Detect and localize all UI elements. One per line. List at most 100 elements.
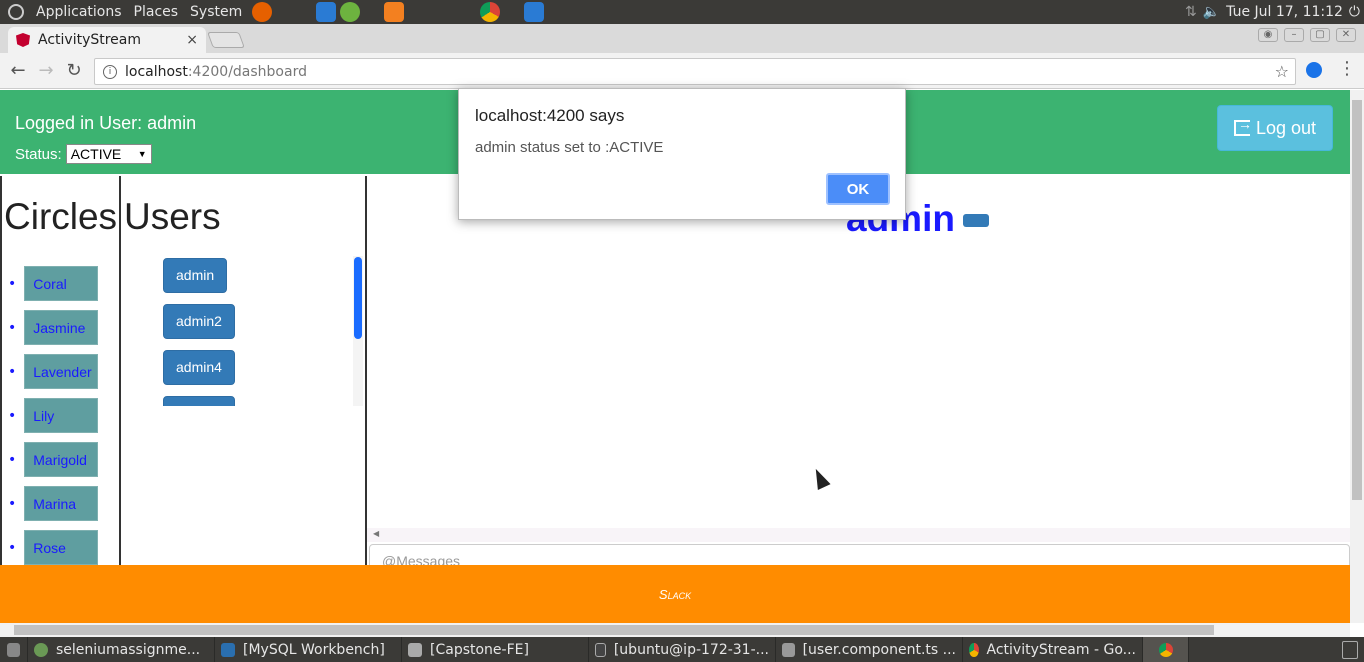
editor-icon — [782, 642, 795, 657]
list-item: Coral — [8, 266, 99, 301]
power-icon[interactable]: ⏻ — [1349, 4, 1360, 20]
circle-button-coral[interactable]: Coral — [24, 266, 99, 301]
status-value: ACTIVE — [70, 146, 122, 162]
forward-button[interactable]: → — [36, 61, 56, 81]
menu-system[interactable]: System — [184, 4, 248, 20]
status-select[interactable]: ACTIVE — [65, 144, 152, 164]
volume-icon[interactable]: 🔈 — [1203, 4, 1220, 20]
users-scrollbar[interactable] — [353, 256, 363, 406]
page-vscroll-thumb[interactable] — [1352, 100, 1362, 500]
desktop-icon — [7, 642, 20, 657]
taskbar-item[interactable]: seleniumassignme... — [28, 637, 215, 662]
new-tab-button[interactable] — [207, 32, 245, 48]
users-title: Users — [124, 196, 221, 237]
url-path: :4200/dashboard — [187, 63, 307, 80]
status-row: Status: ACTIVE — [15, 144, 152, 164]
minimize-button[interactable]: – — [1284, 28, 1304, 42]
page-hscroll-thumb[interactable] — [14, 625, 1214, 635]
chrome-launcher-icon[interactable] — [480, 2, 501, 22]
logout-icon — [1233, 116, 1252, 136]
reload-button[interactable]: ↻ — [64, 61, 84, 81]
eclipse-icon — [34, 642, 48, 657]
back-button[interactable]: ← — [8, 61, 28, 81]
network-icon[interactable]: ⇅ — [1185, 4, 1197, 20]
extension-icon[interactable] — [1306, 62, 1322, 78]
list-item: Lavender — [8, 354, 99, 389]
circle-button-jasmine[interactable]: Jasmine — [24, 310, 99, 345]
menu-applications[interactable]: Applications — [30, 4, 128, 20]
taskbar-item-label: [user.component.ts ... — [802, 641, 956, 658]
bookmark-star-icon[interactable]: ☆ — [1275, 62, 1289, 81]
menu-places[interactable]: Places — [128, 4, 185, 20]
spring-launcher-icon[interactable] — [340, 2, 361, 22]
vscode-launcher-icon[interactable] — [316, 2, 337, 22]
circle-button-lily[interactable]: Lily — [24, 398, 99, 433]
page-horizontal-scrollbar[interactable] — [0, 623, 1350, 637]
taskbar-item-active[interactable] — [1143, 637, 1189, 662]
ubuntu-logo-icon[interactable] — [8, 4, 24, 20]
status-label: Status: — [15, 145, 62, 163]
taskbar-item[interactable]: [user.component.ts ... — [776, 637, 963, 662]
taskbar-item[interactable]: [MySQL Workbench] — [215, 637, 402, 662]
page-vertical-scrollbar[interactable] — [1350, 90, 1364, 623]
taskbar-item[interactable]: [Capstone-FE] — [402, 637, 589, 662]
users-scroll-thumb[interactable] — [354, 257, 362, 339]
logout-label: Log out — [1255, 117, 1317, 138]
chrome-icon — [1158, 642, 1173, 657]
vscode-launcher-icon-2[interactable] — [524, 2, 545, 22]
taskbar-item[interactable]: ActivityStream - Go... — [963, 637, 1143, 662]
user-button-admin4[interactable]: admin4 — [163, 350, 235, 385]
dialog-ok-button[interactable]: OK — [826, 173, 890, 205]
tab-close-icon[interactable]: × — [186, 32, 198, 48]
browser-menu-icon[interactable]: ⋮ — [1338, 58, 1356, 79]
taskbar-item-label: seleniumassignme... — [56, 641, 201, 658]
circle-button-lavender[interactable]: Lavender — [24, 354, 99, 389]
circle-button-rose[interactable]: Rose — [24, 530, 99, 565]
user-button-partial[interactable] — [163, 396, 235, 406]
terminal-icon — [595, 642, 606, 657]
angular-favicon-icon — [16, 33, 30, 47]
taskbar-item[interactable]: [ubuntu@ip-172-31-... — [589, 637, 776, 662]
circles-list: Coral Jasmine Lavender Lily Marigold Mar… — [8, 266, 99, 574]
chat-horizontal-scrollbar[interactable]: ◀ — [367, 528, 1350, 542]
window-controls: ◉ – ▢ ✕ — [1258, 28, 1356, 42]
dialog-title: localhost:4200 says — [475, 106, 625, 125]
browser-toolbar: ← → ↻ i localhost:4200/dashboard ☆ — [0, 53, 1364, 89]
system-top-panel: Applications Places System ⇅ 🔈 Tue Jul 1… — [0, 0, 1364, 24]
show-desktop-button[interactable] — [0, 637, 28, 662]
user-button-admin[interactable]: admin — [163, 258, 228, 293]
site-info-icon[interactable]: i — [103, 64, 117, 79]
list-item: Lily — [8, 398, 99, 433]
chat-badge[interactable] — [963, 214, 989, 227]
circle-button-marigold[interactable]: Marigold — [24, 442, 99, 477]
dialog-message: admin status set to :ACTIVE — [475, 139, 664, 156]
scroll-left-arrow-icon[interactable]: ◀ — [373, 529, 379, 538]
circle-button-marina[interactable]: Marina — [24, 486, 99, 521]
maximize-button[interactable]: ▢ — [1310, 28, 1330, 42]
user-button-admin2[interactable]: admin2 — [163, 304, 235, 339]
firefox-launcher-icon[interactable] — [252, 2, 273, 22]
system-tray: ⇅ 🔈 Tue Jul 17, 11:12 ⏻ — [1185, 0, 1364, 24]
logged-in-user: Logged in User: admin — [15, 113, 197, 133]
tab-activitystream[interactable]: ActivityStream × — [8, 27, 206, 53]
taskbar-item-label: [ubuntu@ip-172-31-... — [613, 641, 769, 658]
circles-title: Circles — [4, 196, 118, 237]
app-footer: Slack — [0, 565, 1350, 623]
address-bar[interactable]: i localhost:4200/dashboard ☆ — [94, 58, 1296, 85]
list-item: Marina — [8, 486, 99, 521]
list-item: Marigold — [8, 442, 99, 477]
users-panel: Users admin admin2 admin4 — [121, 176, 367, 576]
circles-panel: Circles Coral Jasmine Lavender Lily Mari… — [0, 176, 121, 576]
profile-icon[interactable]: ◉ — [1258, 28, 1278, 42]
list-item: Rose — [8, 530, 99, 565]
logout-button[interactable]: Log out — [1217, 105, 1333, 151]
sublime-launcher-icon[interactable] — [384, 2, 405, 22]
alert-dialog: localhost:4200 says admin status set to … — [458, 88, 906, 220]
clock[interactable]: Tue Jul 17, 11:12 — [1226, 4, 1343, 20]
users-list[interactable]: admin admin2 admin4 — [163, 258, 353, 406]
close-window-button[interactable]: ✕ — [1336, 28, 1356, 42]
chat-area: admin ◀ @Messages — [367, 176, 1350, 623]
tab-title: ActivityStream — [38, 32, 142, 48]
chrome-icon — [969, 642, 979, 657]
trash-icon[interactable] — [1342, 640, 1358, 659]
